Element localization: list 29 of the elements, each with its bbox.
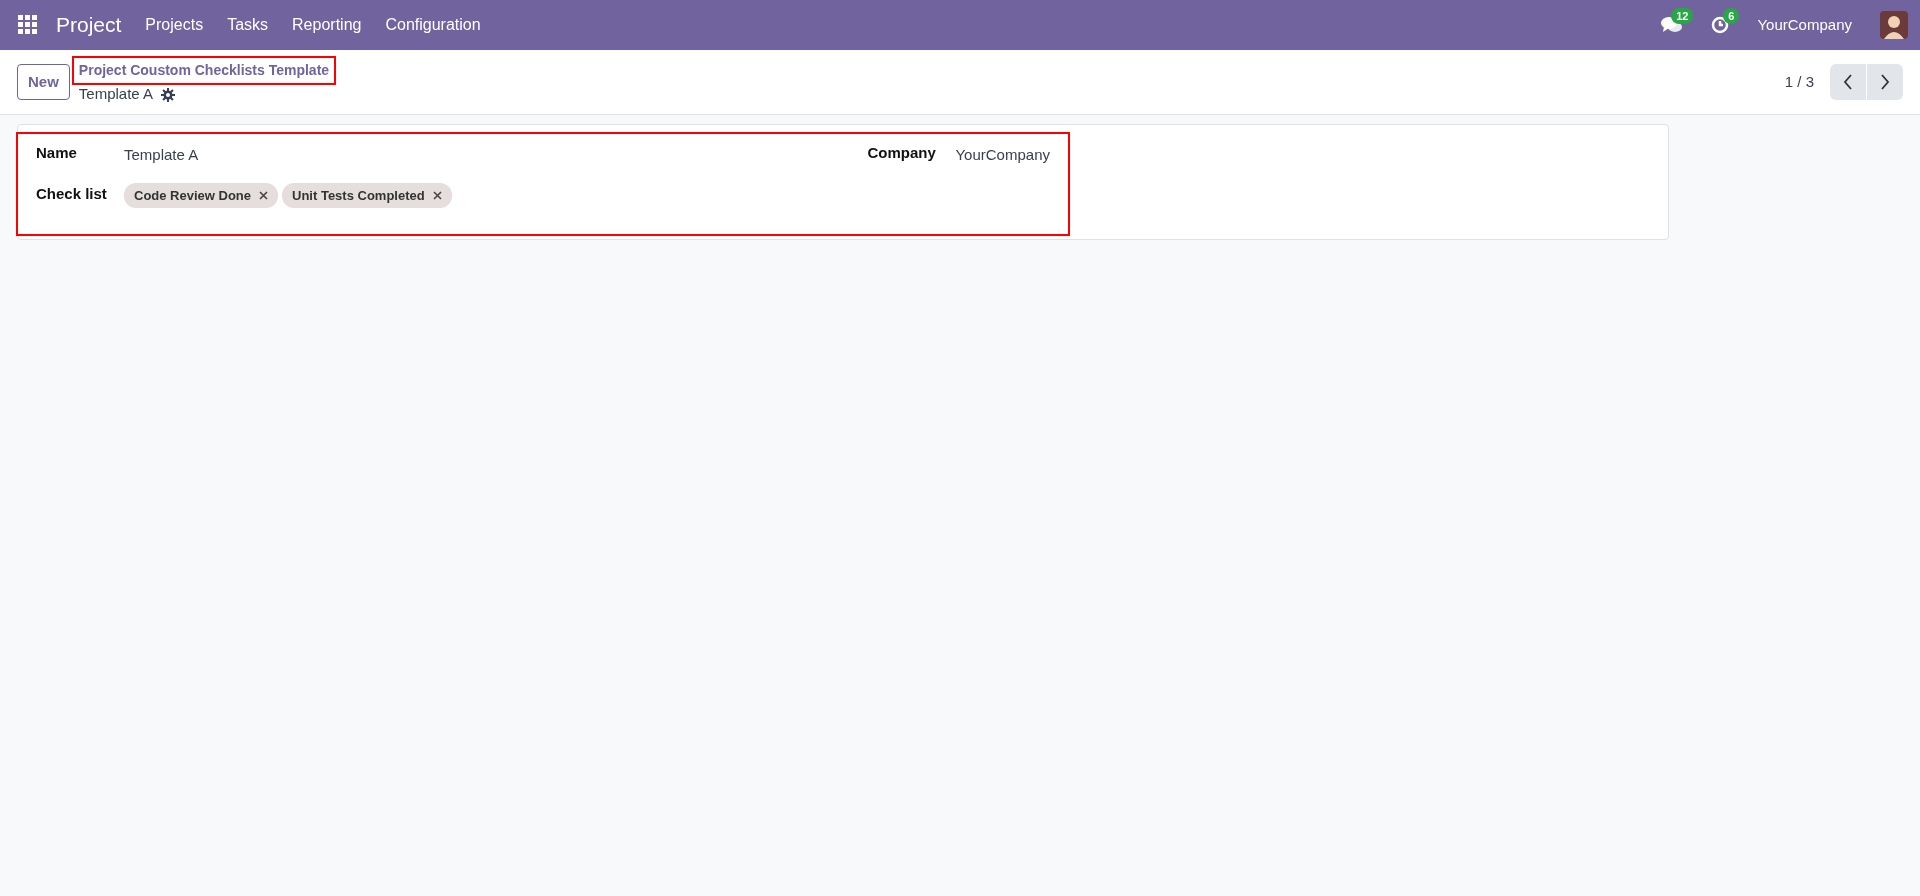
chevron-left-icon [1843, 74, 1853, 90]
remove-tag-icon[interactable] [259, 190, 269, 200]
breadcrumb-link[interactable]: Project Coustom Checklists Template [73, 58, 335, 84]
settings-icon[interactable] [161, 87, 176, 102]
field-label: Name [36, 143, 78, 163]
field-value[interactable]: YourCompany [955, 142, 1050, 167]
app-name[interactable]: Project [56, 9, 122, 41]
clock-icon[interactable] [1711, 16, 1730, 34]
apps-menu-icon[interactable] [18, 15, 38, 35]
field-label: Company [867, 143, 937, 163]
menu-item[interactable]: Projects [145, 13, 204, 37]
menu-item[interactable]: Reporting [292, 13, 362, 37]
message-count: 12 [1671, 8, 1694, 25]
chevron-right-icon [1880, 74, 1890, 90]
remove-tag-icon[interactable] [432, 190, 442, 200]
tag-label: Code Review Done [134, 186, 252, 205]
field-value[interactable]: Template A [124, 142, 199, 167]
activity-count: 6 [1723, 8, 1740, 25]
field-label: Check list [36, 183, 108, 204]
previous-button[interactable] [1830, 64, 1866, 100]
next-button[interactable] [1867, 64, 1903, 100]
new-button[interactable]: New [17, 63, 70, 101]
tag-label: Unit Tests Completed [292, 186, 425, 205]
company-name[interactable]: YourCompany [1757, 13, 1852, 37]
pager-value: 1 / 3 [1784, 71, 1814, 92]
menu-item[interactable]: Configuration [385, 13, 481, 37]
menu-item[interactable]: Tasks [227, 13, 269, 37]
avatar[interactable] [1880, 11, 1908, 39]
record-name: Template A [78, 84, 154, 105]
